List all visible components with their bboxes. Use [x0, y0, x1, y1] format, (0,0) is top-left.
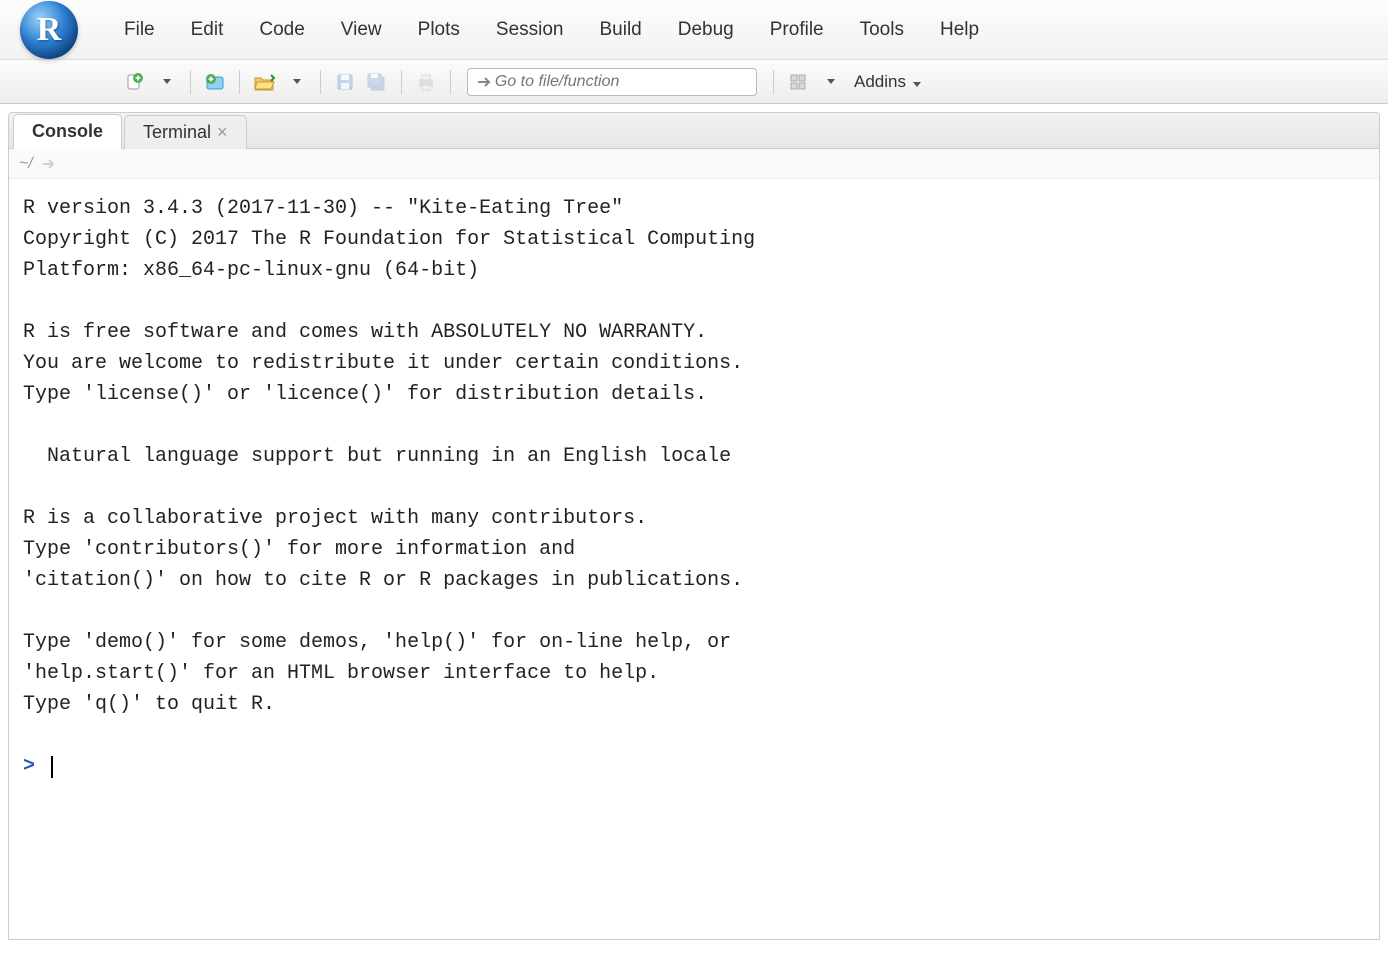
menu-code[interactable]: Code: [241, 19, 322, 40]
save-all-button[interactable]: [363, 68, 391, 96]
view-directory-icon[interactable]: [41, 157, 57, 171]
tab-terminal[interactable]: Terminal ×: [124, 115, 247, 149]
menu-help[interactable]: Help: [922, 19, 997, 40]
toolbar-separator: [190, 70, 191, 94]
menu-build[interactable]: Build: [582, 19, 660, 40]
menu-session[interactable]: Session: [478, 19, 582, 40]
r-logo-icon: R: [20, 1, 78, 59]
toolbar-separator: [239, 70, 240, 94]
tabbar: Console Terminal ×: [9, 113, 1379, 149]
menu-edit[interactable]: Edit: [173, 19, 242, 40]
console-prompt: >: [23, 755, 35, 778]
grid-view-button[interactable]: [784, 68, 812, 96]
new-file-dropdown[interactable]: [152, 68, 180, 96]
menu-plots[interactable]: Plots: [400, 19, 478, 40]
new-project-button[interactable]: [201, 68, 229, 96]
goto-input[interactable]: [493, 72, 748, 92]
toolbar-separator: [401, 70, 402, 94]
addins-button[interactable]: Addins: [854, 72, 921, 92]
tab-console-label: Console: [32, 121, 103, 141]
new-file-button[interactable]: [120, 68, 148, 96]
goto-file-function-box[interactable]: [467, 68, 757, 96]
cursor-icon: [51, 756, 53, 778]
grid-view-dropdown[interactable]: [816, 68, 844, 96]
close-icon[interactable]: ×: [217, 122, 228, 142]
addins-label-text: Addins: [854, 72, 906, 91]
tab-console[interactable]: Console: [13, 114, 122, 149]
open-file-dropdown[interactable]: [282, 68, 310, 96]
console-text: R version 3.4.3 (2017-11-30) -- "Kite-Ea…: [23, 197, 755, 716]
goto-arrow-icon: [476, 75, 493, 89]
menu-debug[interactable]: Debug: [660, 19, 752, 40]
print-button[interactable]: [412, 68, 440, 96]
console-output[interactable]: R version 3.4.3 (2017-11-30) -- "Kite-Ea…: [9, 179, 1379, 939]
toolbar-separator: [450, 70, 451, 94]
console-pane: Console Terminal × ~/ R version 3.4.3 (20…: [8, 112, 1380, 940]
menu-view[interactable]: View: [323, 19, 400, 40]
toolbar-separator: [773, 70, 774, 94]
tab-terminal-label: Terminal: [143, 122, 211, 142]
open-file-button[interactable]: [250, 68, 278, 96]
menu-items-container: FileEditCodeViewPlotsSessionBuildDebugPr…: [106, 19, 997, 41]
r-logo-letter: R: [37, 11, 62, 49]
chevron-down-icon: [913, 82, 921, 87]
working-directory: ~/: [19, 155, 33, 173]
menu-profile[interactable]: Profile: [752, 19, 842, 40]
pathbar: ~/: [9, 149, 1379, 179]
toolbar: Addins: [0, 60, 1388, 104]
toolbar-separator: [320, 70, 321, 94]
menu-tools[interactable]: Tools: [842, 19, 922, 40]
menu-file[interactable]: File: [106, 19, 173, 40]
menubar: R FileEditCodeViewPlotsSessionBuildDebug…: [0, 0, 1388, 60]
save-button[interactable]: [331, 68, 359, 96]
